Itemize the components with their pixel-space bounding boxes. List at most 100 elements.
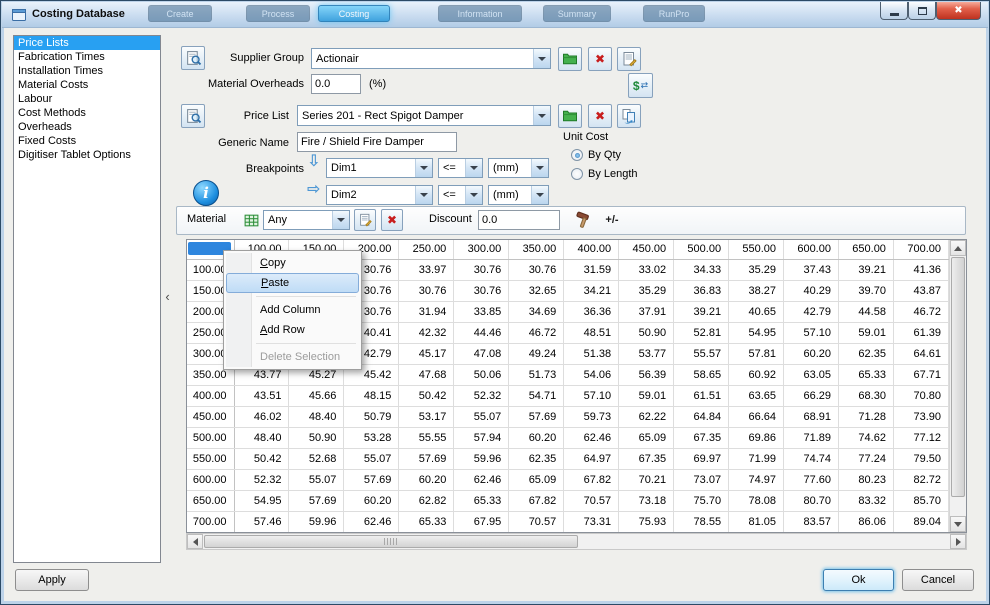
grid-column-header[interactable]: 550.00 [728,240,785,260]
grid-cell[interactable]: 52.81 [673,322,730,344]
scroll-left-button[interactable] [187,534,203,549]
grid-cell[interactable]: 65.33 [398,511,455,532]
grid-column-header[interactable]: 250.00 [398,240,455,260]
grid-cell[interactable]: 67.82 [508,490,565,512]
menu-item-add-row[interactable]: Add Row [226,320,359,340]
grid-cell[interactable]: 31.59 [563,259,620,281]
grid-cell[interactable]: 85.70 [893,490,950,512]
sidebar-list[interactable]: Price Lists Fabrication Times Installation… [13,35,161,563]
radio-button-icon[interactable] [571,168,583,180]
grid-cell[interactable]: 60.20 [398,469,455,491]
radio-by-qty[interactable]: By Qty [571,149,621,161]
supplier-group-combobox[interactable]: Actionair [311,48,551,69]
grid-row-header[interactable]: 700.00 [187,511,235,532]
grid-cell[interactable]: 64.84 [673,406,730,428]
sidebar-item-labour[interactable]: Labour [14,92,160,106]
grid-cell[interactable]: 68.30 [838,385,894,407]
menu-item-paste[interactable]: Paste [226,273,359,293]
grid-cell[interactable]: 57.10 [783,322,839,344]
delete-supplier-group-button[interactable]: ✖ [588,47,612,71]
grid-cell[interactable]: 59.96 [288,511,345,532]
rebuild-prices-button[interactable] [571,208,595,232]
grid-cell[interactable]: 64.61 [893,343,950,365]
grid-cell[interactable]: 39.70 [838,280,894,302]
grid-cell[interactable]: 73.18 [618,490,675,512]
grid-cell[interactable]: 53.77 [618,343,675,365]
grid-cell[interactable]: 56.39 [618,364,675,386]
dropdown-arrow-icon[interactable] [465,186,482,204]
sidebar-item-fixed-costs[interactable]: Fixed Costs [14,134,160,148]
currency-rates-button[interactable]: $ ⇄ [628,73,653,98]
grid-cell[interactable]: 75.93 [618,511,675,532]
grid-cell[interactable]: 71.89 [783,427,839,449]
grid-cell[interactable]: 62.82 [398,490,455,512]
grid-cell[interactable]: 53.28 [343,427,400,449]
grid-column-header[interactable]: 450.00 [618,240,675,260]
grid-cell[interactable]: 67.95 [453,511,510,532]
grid-cell[interactable]: 32.65 [508,280,565,302]
grid-cell[interactable]: 89.04 [893,511,950,532]
grid-cell[interactable]: 49.24 [508,343,565,365]
maximize-button[interactable] [908,2,936,20]
adjust-percentage-button[interactable]: +/- [600,208,624,232]
apply-button[interactable]: Apply [15,569,89,591]
price-list-combobox[interactable]: Series 201 - Rect Spigot Damper [297,105,551,126]
grid-row-header[interactable]: 650.00 [187,490,235,512]
sidebar-item-overheads[interactable]: Overheads [14,120,160,134]
grid-cell[interactable]: 47.08 [453,343,510,365]
grid-cell[interactable]: 30.76 [398,280,455,302]
dropdown-arrow-icon[interactable] [332,211,349,229]
grid-cell[interactable]: 35.29 [618,280,675,302]
grid-cell[interactable]: 37.91 [618,301,675,323]
breakpoint-dim2-combobox[interactable]: Dim2 [326,185,433,205]
grid-cell[interactable]: 57.46 [234,511,290,532]
grid-cell[interactable]: 31.94 [398,301,455,323]
grid-cell[interactable]: 47.68 [398,364,455,386]
grid-cell[interactable]: 63.05 [783,364,839,386]
grid-cell[interactable]: 69.86 [728,427,785,449]
grid-cell[interactable]: 33.97 [398,259,455,281]
grid-cell[interactable]: 46.72 [893,301,950,323]
grid-cell[interactable]: 33.02 [618,259,675,281]
generic-name-input[interactable] [297,132,457,152]
grid-cell[interactable]: 74.74 [783,448,839,470]
grid-cell[interactable]: 77.60 [783,469,839,491]
grid-cell[interactable]: 35.29 [728,259,785,281]
menu-item-add-column[interactable]: Add Column [226,300,359,320]
dropdown-arrow-icon[interactable] [415,186,432,204]
scroll-right-button[interactable] [950,534,966,549]
grid-cell[interactable]: 78.08 [728,490,785,512]
grid-cell[interactable]: 77.12 [893,427,950,449]
grid-cell[interactable]: 54.95 [234,490,290,512]
grid-cell[interactable]: 73.31 [563,511,620,532]
grid-cell[interactable]: 78.55 [673,511,730,532]
new-price-list-button[interactable] [558,104,582,128]
grid-cell[interactable]: 54.95 [728,322,785,344]
dropdown-arrow-icon[interactable] [465,159,482,177]
close-button[interactable]: ✖ [936,2,981,20]
grid-column-header[interactable]: 300.00 [453,240,510,260]
grid-row-header[interactable]: 400.00 [187,385,235,407]
dropdown-arrow-icon[interactable] [531,159,548,177]
material-combobox[interactable]: Any [263,210,350,230]
grid-cell[interactable]: 55.07 [343,448,400,470]
grid-cell[interactable]: 67.71 [893,364,950,386]
grid-cell[interactable]: 60.20 [783,343,839,365]
grid-cell[interactable]: 58.65 [673,364,730,386]
grid-cell[interactable]: 81.05 [728,511,785,532]
grid-cell[interactable]: 45.17 [398,343,455,365]
grid-cell[interactable]: 39.21 [838,259,894,281]
grid-cell[interactable]: 71.28 [838,406,894,428]
horizontal-scrollbar-thumb[interactable] [204,535,578,548]
grid-cell[interactable]: 39.21 [673,301,730,323]
grid-cell[interactable]: 63.65 [728,385,785,407]
grid-cell[interactable]: 42.79 [783,301,839,323]
grid-cell[interactable]: 69.97 [673,448,730,470]
radio-by-length[interactable]: By Length [571,168,638,180]
grid-cell[interactable]: 59.73 [563,406,620,428]
grid-cell[interactable]: 67.82 [563,469,620,491]
dropdown-arrow-icon[interactable] [531,186,548,204]
grid-cell[interactable]: 70.57 [563,490,620,512]
grid-cell[interactable]: 62.46 [563,427,620,449]
grid-cell[interactable]: 59.01 [618,385,675,407]
